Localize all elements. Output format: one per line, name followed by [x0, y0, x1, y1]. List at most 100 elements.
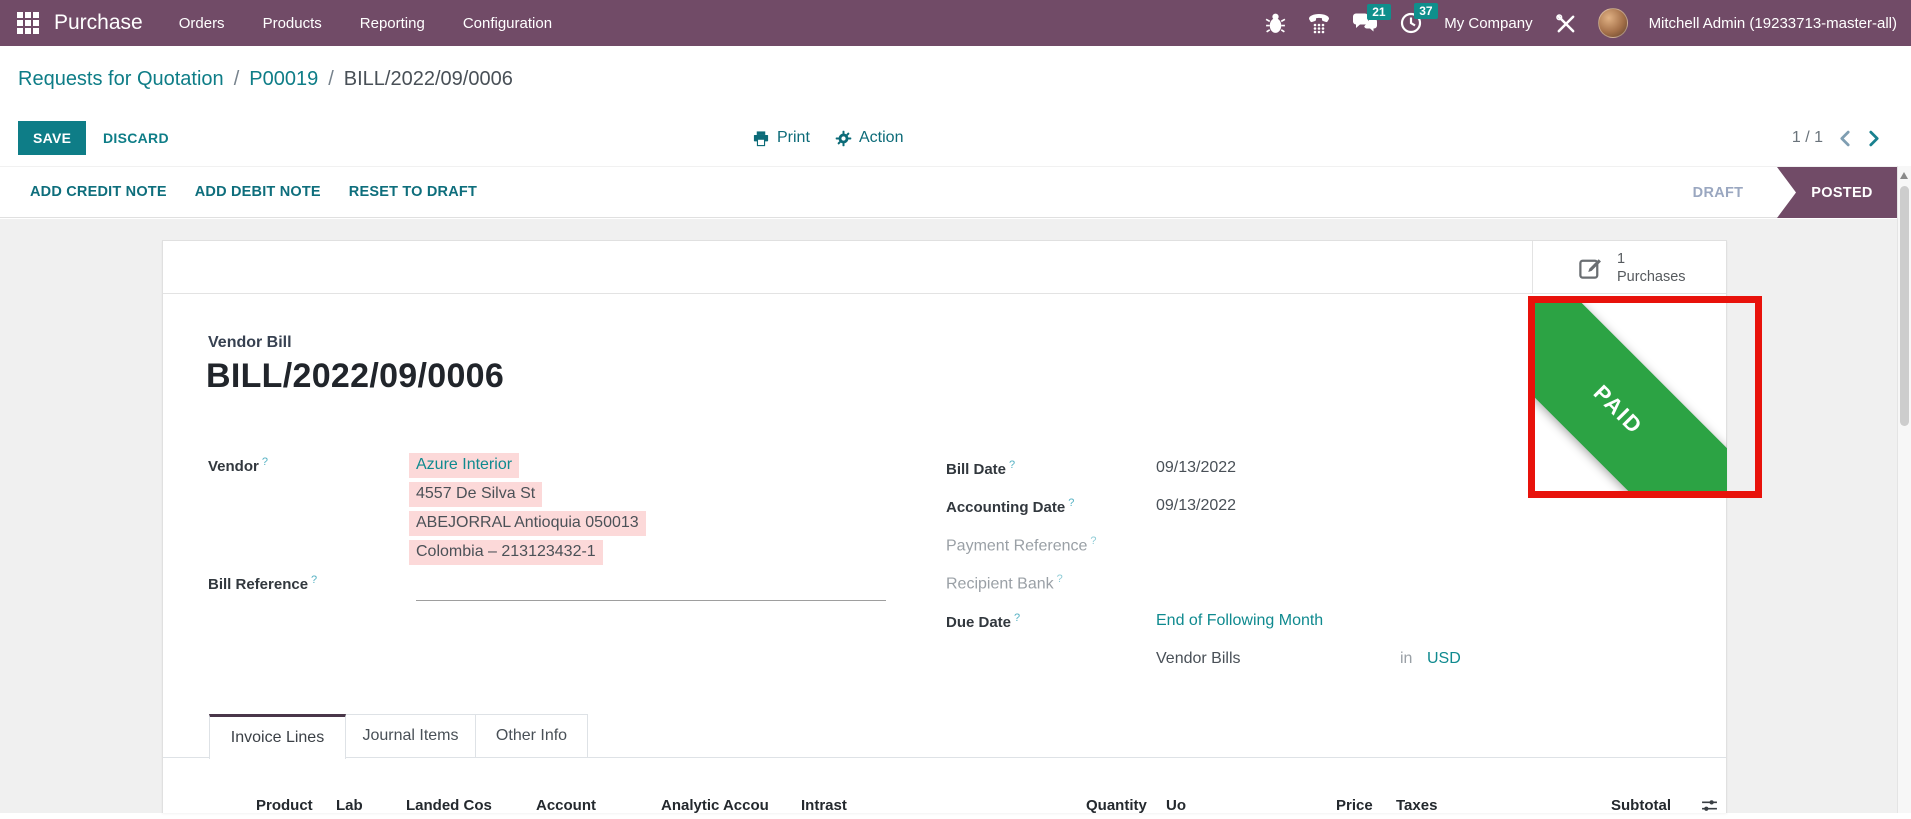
button-box: 1 Purchases — [163, 241, 1726, 294]
breadcrumb-requests-for-quotation[interactable]: Requests for Quotation — [18, 68, 224, 91]
accounting-date-label: Accounting Date? — [946, 497, 1074, 516]
status-step-posted[interactable]: POSTED — [1777, 167, 1897, 218]
bill-reference-input[interactable] — [416, 599, 886, 601]
document-type-label: Vendor Bill — [208, 334, 292, 352]
help-question-mark: ? — [1068, 497, 1074, 509]
journal-value[interactable]: Vendor Bills — [1156, 650, 1241, 668]
help-question-mark: ? — [1057, 573, 1063, 585]
discard-button[interactable]: DISCARD — [103, 121, 169, 155]
top-navbar: Purchase Orders Products Reporting Confi… — [0, 0, 1911, 46]
recipient-bank-label: Recipient Bank? — [946, 573, 1063, 593]
help-question-mark: ? — [1009, 459, 1015, 471]
vendor-label: Vendor? — [208, 456, 268, 475]
print-button[interactable]: Print — [752, 122, 810, 154]
purchases-stat-button[interactable]: 1 Purchases — [1532, 241, 1726, 294]
column-header-uom[interactable]: Uo — [1166, 797, 1186, 814]
column-header-landed-costs[interactable]: Landed Cos — [406, 797, 492, 814]
column-header-subtotal[interactable]: Subtotal — [1611, 797, 1671, 814]
tab-journal-items[interactable]: Journal Items — [346, 714, 476, 758]
gear-icon — [835, 130, 852, 147]
column-header-taxes[interactable]: Taxes — [1396, 797, 1437, 814]
optional-columns-icon[interactable] — [1701, 797, 1718, 819]
messages-count-badge: 21 — [1367, 4, 1390, 20]
company-switcher[interactable]: My Company — [1444, 15, 1532, 32]
menu-reporting[interactable]: Reporting — [360, 15, 425, 32]
menu-products[interactable]: Products — [263, 15, 322, 32]
app-name[interactable]: Purchase — [54, 11, 143, 35]
save-button[interactable]: SAVE — [18, 121, 86, 155]
vendor-address-line: 4557 De Silva St — [409, 482, 542, 507]
reset-to-draft-button[interactable]: RESET TO DRAFT — [349, 184, 477, 200]
column-header-product[interactable]: Product — [256, 797, 313, 814]
bill-reference-label: Bill Reference? — [208, 574, 317, 593]
pager: 1 / 1 — [1792, 122, 1881, 154]
column-header-price[interactable]: Price — [1336, 797, 1373, 814]
column-header-label[interactable]: Lab — [336, 797, 363, 814]
activities-clock-icon[interactable]: 37 — [1399, 11, 1423, 35]
highlight-annotation-box: PAID — [1528, 296, 1762, 498]
column-header-analytic-account[interactable]: Analytic Accou — [661, 797, 769, 814]
vertical-scrollbar[interactable] — [1897, 166, 1911, 813]
notebook-tabs: Invoice Lines Journal Items Other Info — [209, 714, 588, 759]
paid-ribbon: PAID — [1535, 303, 1727, 491]
user-menu[interactable]: Mitchell Admin (19233713-master-all) — [1649, 15, 1897, 32]
column-header-quantity[interactable]: Quantity — [1086, 797, 1147, 814]
vendor-address-line: Colombia – 213123432-1 — [409, 540, 603, 565]
menu-orders[interactable]: Orders — [179, 15, 225, 32]
accounting-date-value[interactable]: 09/13/2022 — [1156, 497, 1236, 515]
form-sheet: 1 Purchases Vendor Bill BILL/2022/09/000… — [162, 240, 1727, 813]
scrollbar-thumb[interactable] — [1900, 186, 1909, 426]
vendor-address-line: ABEJORRAL Antioquia 050013 — [409, 511, 646, 536]
document-title[interactable]: BILL/2022/09/0006 — [206, 357, 504, 396]
purchases-label: Purchases — [1617, 268, 1686, 286]
purchases-stat-text: 1 Purchases — [1617, 250, 1686, 286]
breadcrumb-separator: / — [328, 68, 334, 91]
apps-menu-icon[interactable] — [16, 11, 40, 35]
paid-ribbon-text: PAID — [1588, 380, 1648, 440]
action-button[interactable]: Action — [835, 122, 903, 154]
column-header-account[interactable]: Account — [536, 797, 596, 814]
debug-bug-icon[interactable] — [1265, 12, 1286, 35]
tab-other-info[interactable]: Other Info — [476, 714, 588, 758]
paid-ribbon-container: PAID — [1535, 303, 1727, 491]
bill-date-value[interactable]: 09/13/2022 — [1156, 459, 1236, 477]
currency-value[interactable]: USD — [1427, 650, 1461, 668]
status-step-draft[interactable]: DRAFT — [1659, 167, 1777, 218]
due-date-value[interactable]: End of Following Month — [1156, 612, 1323, 630]
scrollbar-up-arrow[interactable] — [1900, 172, 1908, 179]
breadcrumb: Requests for Quotation / P00019 / BILL/2… — [18, 68, 513, 91]
help-question-mark: ? — [1090, 535, 1096, 547]
status-steps: DRAFT POSTED — [1659, 167, 1897, 218]
help-question-mark: ? — [311, 574, 317, 586]
breadcrumb-separator: / — [234, 68, 240, 91]
messages-chat-icon[interactable]: 21 — [1352, 12, 1378, 35]
pager-previous-icon[interactable] — [1838, 130, 1852, 147]
user-avatar[interactable] — [1598, 8, 1628, 38]
support-tools-icon[interactable] — [1554, 12, 1577, 35]
journal-in-word: in — [1400, 650, 1412, 668]
payment-reference-label: Payment Reference? — [946, 535, 1097, 555]
breadcrumb-p00019[interactable]: P00019 — [249, 68, 318, 91]
column-header-intrastat[interactable]: Intrast — [801, 797, 847, 814]
add-debit-note-button[interactable]: ADD DEBIT NOTE — [195, 184, 321, 200]
printer-icon — [752, 130, 770, 147]
help-question-mark: ? — [262, 456, 268, 468]
pager-next-icon[interactable] — [1867, 130, 1881, 147]
pager-count: 1 / 1 — [1792, 129, 1823, 147]
statusbar-buttons: ADD CREDIT NOTE ADD DEBIT NOTE RESET TO … — [30, 167, 477, 217]
topbar-systray: 21 37 My Company Mitchell Admin (1923371… — [1265, 8, 1897, 38]
vendor-field-value: Azure Interior 4557 De Silva St ABEJORRA… — [409, 453, 646, 565]
main-menu: Orders Products Reporting Configuration — [179, 15, 552, 32]
due-date-label: Due Date? — [946, 612, 1020, 631]
vendor-link[interactable]: Azure Interior — [409, 453, 519, 478]
menu-configuration[interactable]: Configuration — [463, 15, 552, 32]
activities-count-badge: 37 — [1414, 3, 1437, 19]
tab-invoice-lines[interactable]: Invoice Lines — [209, 714, 346, 759]
bill-date-label: Bill Date? — [946, 459, 1015, 478]
add-credit-note-button[interactable]: ADD CREDIT NOTE — [30, 184, 167, 200]
breadcrumb-current: BILL/2022/09/0006 — [344, 68, 513, 91]
edit-note-icon — [1577, 254, 1604, 281]
voip-phone-icon[interactable] — [1307, 11, 1331, 35]
help-question-mark: ? — [1014, 612, 1020, 624]
purchases-count: 1 — [1617, 250, 1686, 268]
